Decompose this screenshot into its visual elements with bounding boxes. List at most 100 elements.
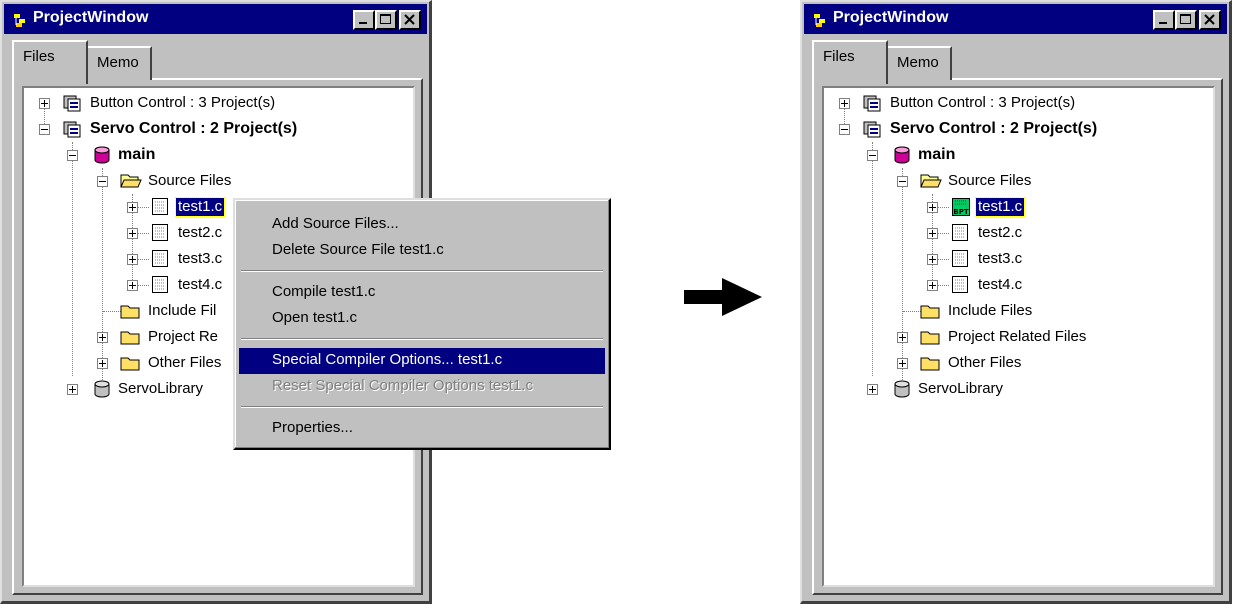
window-title: ProjectWindow [833, 9, 949, 26]
folder-icon [120, 353, 142, 373]
tree-node-main[interactable]: main [824, 144, 1213, 168]
folder-icon [920, 301, 942, 321]
tree-label: Source Files [148, 172, 232, 189]
tree-label: Other Files [948, 354, 1022, 371]
c-file-special-options-icon: BPT [950, 197, 972, 217]
database-icon [92, 145, 114, 165]
tree-label: test2.c [978, 224, 1023, 241]
expand-icon[interactable] [897, 358, 908, 369]
open-folder-icon [120, 171, 142, 191]
tab-files-label: Files [23, 48, 55, 65]
close-button[interactable] [1199, 10, 1221, 30]
expand-icon[interactable] [867, 384, 878, 395]
tree-node-servo-control[interactable]: Servo Control : 2 Project(s) [24, 118, 413, 142]
tree-node-include-files[interactable]: Include Files [824, 300, 1213, 324]
tree-label: Project Related Files [948, 328, 1087, 345]
c-file-icon [950, 249, 972, 269]
maximize-button[interactable] [1175, 10, 1197, 30]
expand-icon[interactable] [67, 384, 78, 395]
expand-icon[interactable] [897, 332, 908, 343]
minimize-button[interactable] [1153, 10, 1175, 30]
menu-item-delete-source-file[interactable]: Delete Source File test1.c [239, 238, 605, 264]
tree-node-test2[interactable]: test2.c [824, 222, 1213, 246]
tree-label: ServoLibrary [918, 380, 1004, 397]
menu-item-special-compiler-options[interactable]: Special Compiler Options... test1.c [239, 348, 605, 374]
menu-item-compile[interactable]: Compile test1.c [239, 280, 605, 306]
library-icon [92, 379, 114, 399]
tree-node-test3[interactable]: test3.c [824, 248, 1213, 272]
tab-memo[interactable]: Memo [886, 46, 952, 80]
tree-label-selected: test1.c [174, 197, 226, 217]
tree-node-source-files[interactable]: Source Files [24, 170, 413, 194]
tree-label: Project Re [148, 328, 219, 345]
library-icon [892, 379, 914, 399]
menu-item-properties[interactable]: Properties... [239, 416, 605, 442]
title-bar[interactable]: ProjectWindow [4, 4, 427, 34]
collapse-icon[interactable] [39, 124, 50, 135]
tree-label: ServoLibrary [118, 380, 204, 397]
tree-label: main [118, 146, 156, 163]
menu-item-open[interactable]: Open test1.c [239, 306, 605, 332]
menu-separator [241, 270, 603, 272]
menu-separator [241, 406, 603, 408]
menu-item-add-source-files[interactable]: Add Source Files... [239, 212, 605, 238]
tree-label: test4.c [178, 276, 223, 293]
window-title: ProjectWindow [33, 9, 149, 26]
tab-memo-label: Memo [897, 54, 939, 71]
project-tree[interactable]: Button Control : 3 Project(s) Servo Cont… [822, 86, 1215, 587]
tab-files[interactable]: Files [12, 40, 88, 84]
tree-node-test4[interactable]: test4.c [824, 274, 1213, 298]
folder-icon [120, 327, 142, 347]
workspace-icon [862, 119, 884, 139]
menu-label: Delete Source File test1.c [272, 241, 444, 258]
tree-label: Button Control : 3 Project(s) [90, 94, 276, 111]
tree-node-main[interactable]: main [24, 144, 413, 168]
tree-node-servo-control[interactable]: Servo Control : 2 Project(s) [824, 118, 1213, 142]
collapse-icon[interactable] [839, 124, 850, 135]
collapse-icon[interactable] [97, 176, 108, 187]
tree-label: Include Files [948, 302, 1033, 319]
tab-memo[interactable]: Memo [86, 46, 152, 80]
collapse-icon[interactable] [897, 176, 908, 187]
project-window-icon [13, 12, 29, 28]
tree-label: test2.c [178, 224, 223, 241]
tab-files[interactable]: Files [812, 40, 888, 84]
database-icon [892, 145, 914, 165]
tree-node-other-files[interactable]: Other Files [824, 352, 1213, 376]
c-file-icon [150, 197, 172, 217]
collapse-icon[interactable] [67, 150, 78, 161]
project-window-right: ProjectWindow Memo Files Button Control … [800, 0, 1232, 604]
right-arrow-icon [682, 276, 764, 318]
tree-node-servo-library[interactable]: ServoLibrary [824, 378, 1213, 402]
title-bar[interactable]: ProjectWindow [804, 4, 1227, 34]
tree-node-button-control[interactable]: Button Control : 3 Project(s) [24, 92, 413, 116]
workspace-icon [862, 93, 884, 113]
folder-icon [920, 327, 942, 347]
tree-label: Other Files [148, 354, 222, 371]
c-file-icon [950, 275, 972, 295]
bpt-badge: BPT [953, 208, 968, 216]
expand-icon[interactable] [839, 98, 850, 109]
tab-memo-label: Memo [97, 54, 139, 71]
menu-label: Compile test1.c [272, 283, 376, 300]
c-file-icon [950, 223, 972, 243]
tree-label: Servo Control : 2 Project(s) [90, 120, 298, 137]
expand-icon[interactable] [39, 98, 50, 109]
minimize-button[interactable] [353, 10, 375, 30]
open-folder-icon [920, 171, 942, 191]
maximize-button[interactable] [375, 10, 397, 30]
expand-icon[interactable] [97, 358, 108, 369]
c-file-icon [150, 275, 172, 295]
tree-node-button-control[interactable]: Button Control : 3 Project(s) [824, 92, 1213, 116]
tree-node-project-related[interactable]: Project Related Files [824, 326, 1213, 350]
menu-label: Open test1.c [272, 309, 358, 326]
tree-node-source-files[interactable]: Source Files [824, 170, 1213, 194]
context-menu: Add Source Files... Delete Source File t… [233, 198, 611, 450]
expand-icon[interactable] [97, 332, 108, 343]
folder-icon [120, 301, 142, 321]
close-button[interactable] [399, 10, 421, 30]
tree-node-test1[interactable]: BPT test1.c [824, 196, 1213, 220]
tree-label: Servo Control : 2 Project(s) [890, 120, 1098, 137]
menu-label: Reset Special Compiler Options test1.c [272, 377, 533, 394]
collapse-icon[interactable] [867, 150, 878, 161]
